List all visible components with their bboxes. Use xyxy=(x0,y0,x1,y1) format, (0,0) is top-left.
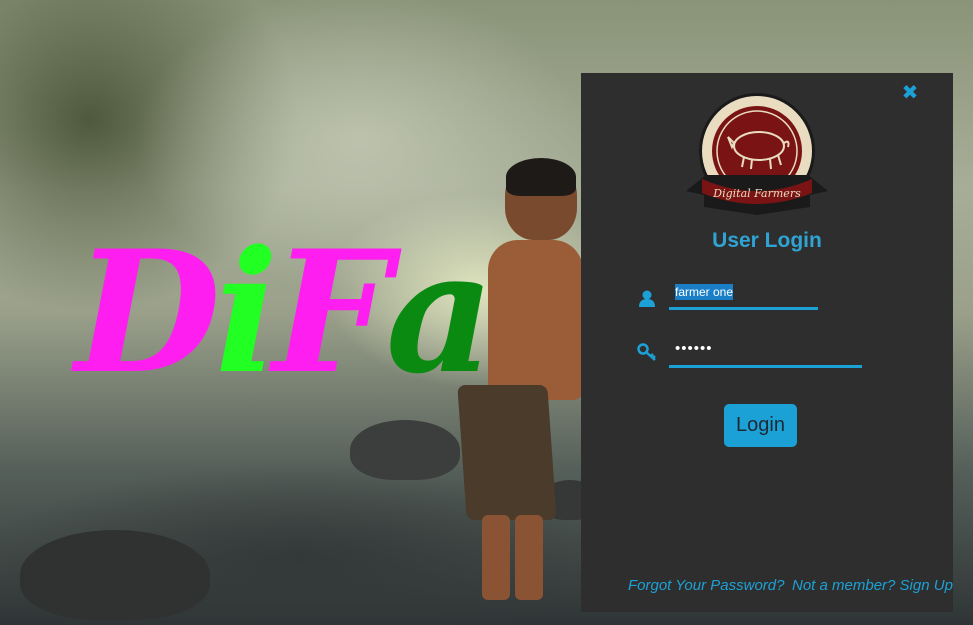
digital-farmers-badge: Digital Farmers xyxy=(686,93,828,215)
password-value: •••••• xyxy=(675,340,713,357)
login-panel: ✖ Digital Farmers User Login farmer one … xyxy=(581,73,953,612)
user-icon xyxy=(639,290,655,307)
brand-letter: i xyxy=(214,213,279,411)
forgot-password-link[interactable]: Forgot Your Password? xyxy=(628,577,784,594)
close-icon[interactable]: ✖ xyxy=(899,81,921,103)
username-value: farmer one xyxy=(675,284,734,300)
login-title: User Login xyxy=(712,229,822,252)
brand-letter: F xyxy=(272,213,392,411)
rock xyxy=(350,420,460,480)
badge-text: Digital Farmers xyxy=(712,187,801,200)
password-input[interactable]: •••••• xyxy=(669,340,862,368)
brand-letter: D xyxy=(75,213,221,411)
rock xyxy=(20,530,210,620)
brand-letter: a xyxy=(385,213,495,411)
sign-up-link[interactable]: Not a member? Sign Up xyxy=(792,577,953,594)
brand-logo-text: DiFa xyxy=(75,213,495,411)
login-button[interactable]: Login xyxy=(724,404,797,447)
username-input[interactable]: farmer one xyxy=(669,284,818,310)
key-icon xyxy=(637,343,656,361)
